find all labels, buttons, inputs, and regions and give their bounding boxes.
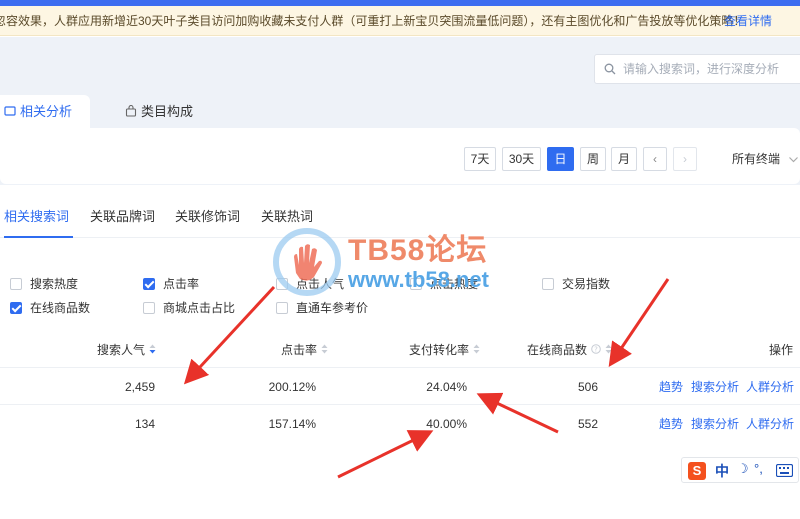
- sub-tabs: 相关搜索词 关联品牌词 关联修饰词 关联热词: [0, 198, 800, 238]
- keyboard-icon[interactable]: [776, 464, 793, 477]
- info-icon: ?: [591, 342, 601, 358]
- audience-analysis-link[interactable]: 人群分析: [746, 416, 794, 432]
- checkbox[interactable]: [143, 278, 155, 290]
- range-day-button[interactable]: 日: [547, 147, 574, 171]
- cell-search-popularity: 134: [134, 417, 155, 431]
- cell-online-items: 506: [577, 380, 598, 394]
- table-divider: [0, 367, 800, 368]
- trend-link[interactable]: 趋势: [659, 416, 683, 432]
- device-select[interactable]: 所有终端: [732, 147, 799, 171]
- range-week-button[interactable]: 周: [580, 147, 606, 171]
- table-divider: [0, 404, 800, 405]
- moon-icon[interactable]: ☽: [737, 461, 749, 477]
- metric-mall-click-share[interactable]: 商城点击占比: [143, 300, 235, 316]
- arrow-to-online-items: [608, 278, 670, 367]
- metric-click-popularity[interactable]: 点击人气: [276, 276, 344, 292]
- col-online-items[interactable]: 在线商品数?: [527, 342, 612, 358]
- sort-desc-icon[interactable]: [149, 342, 156, 358]
- metric-trade-index[interactable]: 交易指数: [542, 276, 610, 292]
- bag-icon: [125, 96, 137, 129]
- checkbox[interactable]: [542, 278, 554, 290]
- range-7d-button[interactable]: 7天: [464, 147, 496, 171]
- col-ctr[interactable]: 点击率: [281, 342, 328, 358]
- checkbox[interactable]: [276, 302, 288, 314]
- metric-search-heat[interactable]: 搜索热度: [10, 276, 78, 292]
- analysis-icon: [4, 96, 16, 129]
- cell-search-popularity: 2,459: [124, 380, 155, 394]
- audience-analysis-link[interactable]: 人群分析: [746, 379, 794, 395]
- device-label: 所有终端: [732, 152, 781, 166]
- ime-mode-label[interactable]: 中: [715, 461, 729, 481]
- tab-label: 类目构成: [141, 104, 194, 119]
- arrow-to-conversion-row2: [337, 430, 434, 479]
- notice-banner: 忽容效果，人群应用新增近30天叶子类目访问加购收藏未支付人群（可重打上新宝贝突围…: [0, 6, 800, 36]
- metric-click-heat[interactable]: 点击热度: [410, 276, 478, 292]
- checkbox[interactable]: [10, 302, 22, 314]
- sogou-logo-icon: S: [688, 462, 706, 480]
- search-input[interactable]: 请输入搜索词，进行深度分析: [594, 54, 800, 84]
- tab-related-search-words[interactable]: 相关搜索词: [4, 198, 73, 238]
- next-period-button[interactable]: ›: [673, 147, 697, 171]
- col-search-popularity[interactable]: 搜索人气: [97, 342, 156, 358]
- checkbox[interactable]: [410, 278, 422, 290]
- search-icon: [604, 63, 616, 78]
- chevron-down-icon: [789, 147, 799, 171]
- metric-ztc-price[interactable]: 直通车参考价: [276, 300, 368, 316]
- tab-label: 相关分析: [20, 104, 73, 119]
- sort-icon[interactable]: [605, 342, 612, 358]
- prev-period-button[interactable]: ‹: [643, 147, 667, 171]
- punctuation-icon[interactable]: °,: [754, 461, 763, 476]
- tab-modifier-words[interactable]: 关联修饰词: [175, 198, 240, 238]
- cell-ctr: 200.12%: [268, 380, 316, 394]
- notice-details-link[interactable]: 查看详情: [724, 6, 772, 35]
- svg-text:?: ?: [594, 346, 598, 354]
- search-analysis-link[interactable]: 搜索分析: [691, 379, 739, 395]
- col-actions: 操作: [769, 343, 794, 357]
- cell-ctr: 157.14%: [268, 417, 316, 431]
- metric-ctr[interactable]: 点击率: [143, 276, 199, 292]
- trend-link[interactable]: 趋势: [659, 379, 683, 395]
- cell-conversion: 24.04%: [426, 380, 467, 394]
- checkbox[interactable]: [276, 278, 288, 290]
- tab-hot-words[interactable]: 关联热词: [261, 198, 313, 238]
- checkbox[interactable]: [10, 278, 22, 290]
- notice-text: 忽容效果，人群应用新增近30天叶子类目访问加购收藏未支付人群（可重打上新宝贝突围…: [0, 14, 746, 28]
- metric-online-items[interactable]: 在线商品数: [10, 300, 90, 316]
- tab-brand-words[interactable]: 关联品牌词: [90, 198, 155, 238]
- sort-icon[interactable]: [321, 342, 328, 358]
- ime-toolbar[interactable]: S 中 ☽ °,: [681, 457, 799, 483]
- sort-icon[interactable]: [473, 342, 480, 358]
- checkbox[interactable]: [143, 302, 155, 314]
- col-conversion[interactable]: 支付转化率: [409, 342, 480, 358]
- search-placeholder: 请输入搜索词，进行深度分析: [623, 62, 780, 76]
- range-month-button[interactable]: 月: [611, 147, 637, 171]
- arrow-to-conversion-row1: [476, 392, 559, 434]
- search-analysis-link[interactable]: 搜索分析: [691, 416, 739, 432]
- cell-conversion: 40.00%: [426, 417, 467, 431]
- cell-online-items: 552: [577, 417, 598, 431]
- range-30d-button[interactable]: 30天: [502, 147, 541, 171]
